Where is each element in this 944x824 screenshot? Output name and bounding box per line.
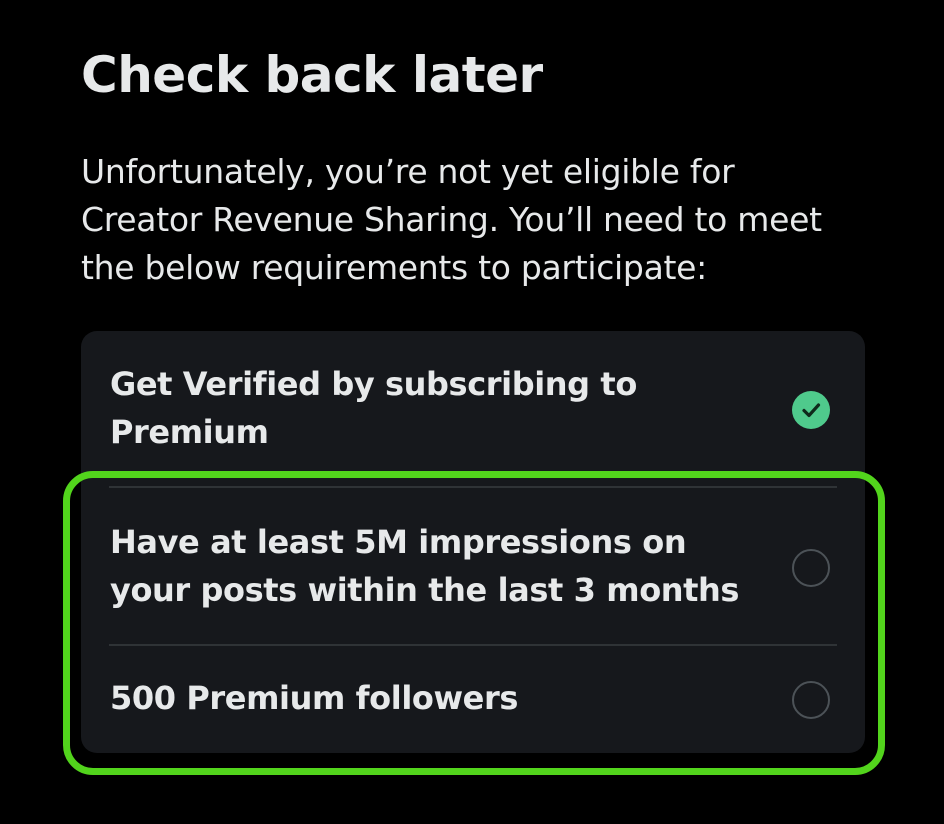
empty-circle-icon xyxy=(792,681,830,719)
empty-circle-icon xyxy=(792,549,830,587)
requirement-item-verified: Get Verified by subscribing to Premium xyxy=(81,331,865,487)
requirements-card: Get Verified by subscribing to Premium H… xyxy=(81,331,865,753)
page-title: Check back later xyxy=(81,46,543,104)
requirement-item-followers: 500 Premium followers xyxy=(81,646,865,753)
requirement-label: Get Verified by subscribing to Premium xyxy=(110,365,637,451)
requirement-label: 500 Premium followers xyxy=(110,679,518,717)
checkmark-circle-icon xyxy=(792,391,830,429)
requirement-item-impressions: Have at least 5M impressions on your pos… xyxy=(81,488,865,644)
eligibility-description: Unfortunately, you’re not yet eligible f… xyxy=(81,152,822,287)
requirement-label: Have at least 5M impressions on your pos… xyxy=(110,523,740,609)
